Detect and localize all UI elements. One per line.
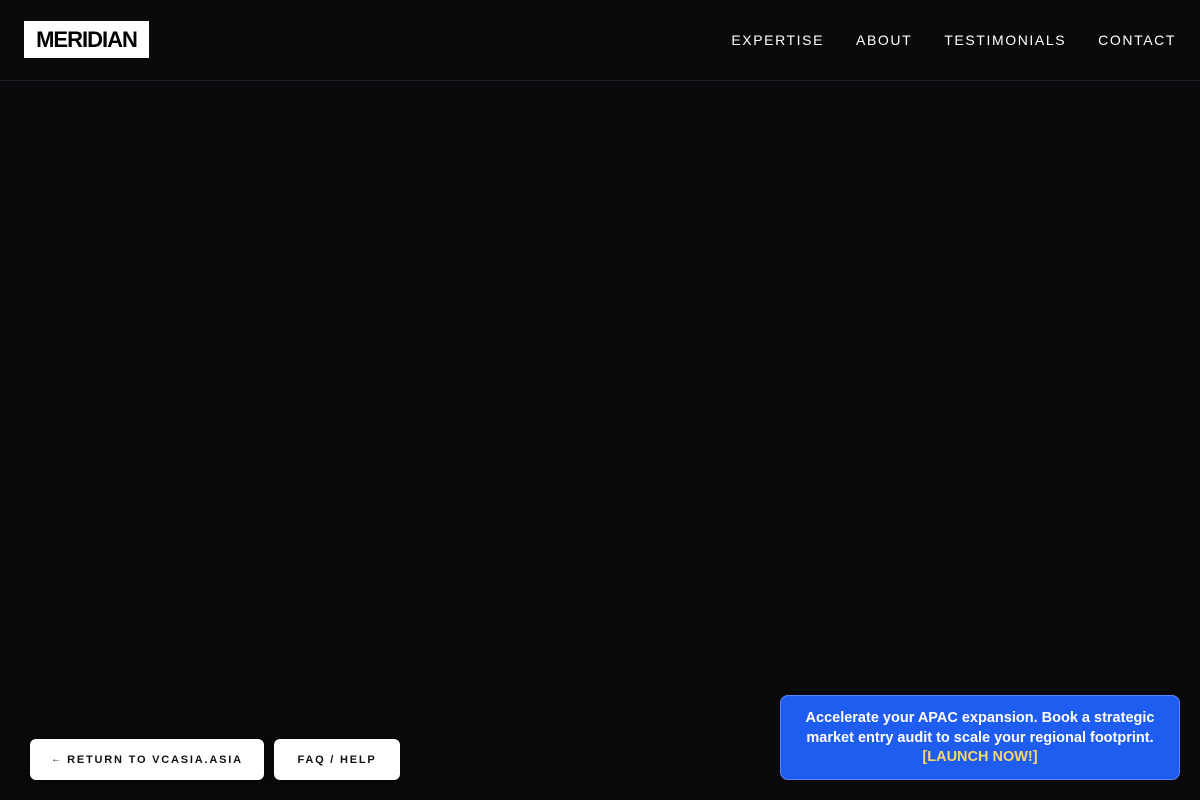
promo-cta-link[interactable]: [LAUNCH NOW!] — [922, 749, 1037, 765]
page: MERIDIAN EXPERTISE ABOUT TESTIMONIALS CO… — [0, 0, 1200, 800]
nav-link-contact[interactable]: CONTACT — [1098, 32, 1176, 48]
promo-message: Accelerate your APAC expansion. Book a s… — [805, 710, 1155, 746]
return-button-label: RETURN TO VCASIA.ASIA — [67, 753, 243, 766]
main-content-area — [0, 82, 1200, 800]
nav-link-about[interactable]: ABOUT — [856, 32, 912, 48]
return-to-vcasia-button[interactable]: ← RETURN TO VCASIA.ASIA — [30, 739, 264, 780]
main-nav: EXPERTISE ABOUT TESTIMONIALS CONTACT — [731, 30, 1176, 50]
promo-banner[interactable]: Accelerate your APAC expansion. Book a s… — [780, 695, 1180, 780]
logo-home-link[interactable]: MERIDIAN — [24, 21, 149, 58]
left-arrow-icon: ← — [51, 754, 62, 765]
nav-link-testimonials[interactable]: TESTIMONIALS — [944, 32, 1066, 48]
site-header: MERIDIAN EXPERTISE ABOUT TESTIMONIALS CO… — [0, 0, 1200, 81]
faq-button-label: FAQ / HELP — [297, 753, 377, 766]
nav-link-expertise[interactable]: EXPERTISE — [731, 32, 824, 48]
faq-help-button[interactable]: FAQ / HELP — [274, 739, 400, 780]
